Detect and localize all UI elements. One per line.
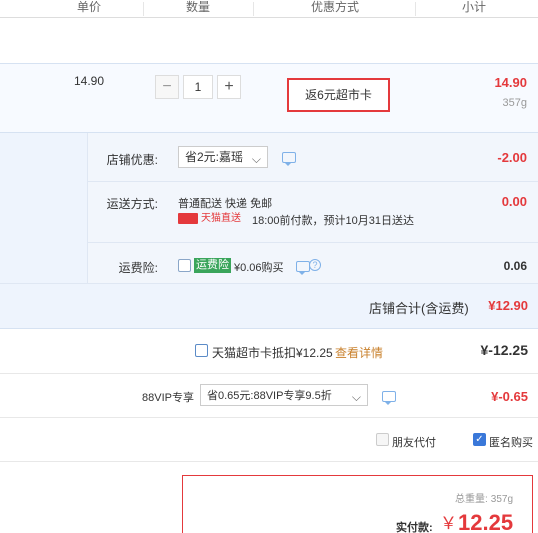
pay-label: 实付款: [396,522,433,533]
friend-pay-checkbox[interactable] [376,433,389,446]
row-divider [0,461,538,462]
shipping-label: 运送方式: [106,197,158,211]
insurance-value: 0.06 [503,259,527,273]
card-details-link[interactable]: 查看详情 [335,344,383,361]
shop-total-label: 店铺合计(含运费) [369,301,469,316]
shop-discount-value: -2.00 [497,150,527,165]
header-promotion: 优惠方式 [311,0,360,14]
shop-total-value: ¥12.90 [488,298,528,313]
insurance-tag: 运费险 [194,258,231,273]
tmall-direct-badge: 天猫直送 [178,212,244,225]
shipping-method: 普通配送 快递 免邮 [178,198,273,210]
card-deduct-checkbox[interactable] [195,344,208,357]
total-weight-label: 总重量: [455,494,488,505]
shipping-note: 18:00前付款，预计10月31日送达 [252,215,414,227]
card-deduct-label: 天猫超市卡抵扣¥12.25 [212,346,333,360]
item-weight: 357g [502,97,527,109]
vip-discount-select-value: 省0.65元:88VIP专享9.5折 [207,390,332,402]
order-confirm-panel: 单价 数量 优惠方式 小计 14.90 − 1 + 返6元超市卡 14.90 3… [0,0,538,533]
header-unit-price: 单价 [77,0,102,14]
shop-discount-select[interactable]: 省2元:嘉瑶 ⌵ [178,146,268,168]
quantity-stepper: − 1 + [155,75,241,99]
quantity-minus-button[interactable]: − [155,75,179,99]
total-weight-value: 357g [490,494,514,505]
shipping-value: 0.00 [501,194,527,209]
pay-amount: 12.25 [458,510,514,533]
item-subtotal: 14.90 [494,75,527,90]
tmall-cat-icon [178,213,198,224]
vip-label: 88VIP专享 [142,392,194,404]
insurance-price: ¥0.06购买 [234,262,284,274]
insurance-label: 运费险: [118,261,158,275]
item-subtotal-value: 14.90 [494,75,527,90]
card-deduct-value: ¥-12.25 [480,342,528,358]
insurance-checkbox[interactable] [178,259,191,272]
column-header: 单价 数量 优惠方式 小计 [0,0,538,18]
row-divider [0,417,538,418]
shop-discount-select-value: 省2元:嘉瑶 [185,150,244,164]
chat-icon[interactable] [282,152,296,166]
pay-currency: ￥ [440,514,457,533]
vip-discount-select[interactable]: 省0.65元:88VIP专享9.5折 ⌵ [200,384,368,406]
header-subtotal: 小计 [462,0,487,14]
anonymous-label: 匿名购买 [489,437,533,449]
chat-icon[interactable] [296,261,310,275]
quantity-input[interactable]: 1 [183,75,213,99]
total-weight: 总重量: 357g [455,490,513,505]
shop-divider [87,242,538,243]
shop-divider [87,181,538,182]
chat-icon[interactable] [382,391,396,405]
chevron-down-icon: ⌵ [251,152,261,166]
chevron-down-icon: ⌵ [351,390,361,404]
header-divider [143,2,144,16]
anonymous-checkbox[interactable]: ✓ [473,433,486,446]
vip-discount-value: ¥-0.65 [491,389,528,404]
header-divider [415,2,416,16]
header-quantity: 数量 [186,0,211,14]
quantity-plus-button[interactable]: + [217,75,241,99]
row-divider [0,373,538,374]
promotion-badge: 返6元超市卡 [287,78,390,112]
tmall-direct-label: 天猫直送 [201,213,241,224]
help-icon[interactable]: ? [309,259,321,271]
friend-pay-label: 朋友代付 [392,437,436,449]
item-unit-price: 14.90 [74,74,105,88]
header-divider [253,2,254,16]
shop-discount-label: 店铺优惠: [106,153,158,167]
